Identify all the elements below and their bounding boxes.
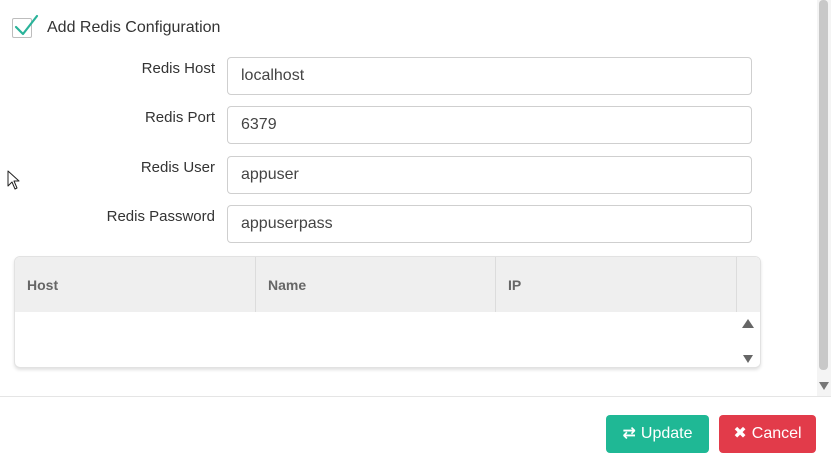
scroll-down-arrow-icon[interactable]	[743, 355, 753, 363]
redis-user-input[interactable]	[227, 156, 752, 194]
checkmark-icon	[14, 14, 39, 36]
page-scrollbar-thumb[interactable]	[819, 0, 828, 370]
redis-user-label: Redis User	[140, 159, 215, 176]
redis-port-input[interactable]	[227, 106, 752, 144]
update-button[interactable]: ⇄ Update	[606, 415, 709, 453]
close-icon: ✖	[733, 425, 747, 442]
redis-password-label: Redis Password	[106, 208, 215, 225]
table-scrollbar-track	[737, 257, 760, 312]
cancel-button-label: Cancel	[751, 425, 802, 442]
mouse-pointer-icon	[7, 170, 20, 190]
footer-divider	[0, 396, 831, 397]
redis-password-input[interactable]	[227, 205, 752, 243]
page-scrollbar[interactable]	[817, 0, 831, 396]
column-header-name[interactable]: Name	[256, 257, 496, 312]
exchange-icon: ⇄	[622, 425, 636, 442]
redis-port-label: Redis Port	[144, 109, 215, 126]
redis-host-label: Redis Host	[141, 60, 215, 77]
column-header-host[interactable]: Host	[15, 257, 256, 312]
page-scroll-down-arrow-icon[interactable]	[819, 382, 829, 390]
table-scrollbar[interactable]	[737, 257, 760, 367]
scroll-up-arrow-icon[interactable]	[742, 319, 754, 328]
update-button-label: Update	[640, 425, 693, 442]
add-redis-config-row[interactable]: Add Redis Configuration	[12, 14, 221, 41]
redis-host-input[interactable]	[227, 57, 752, 95]
add-redis-config-label: Add Redis Configuration	[47, 19, 221, 36]
redis-hosts-table: Host Name IP	[14, 256, 761, 368]
table-header: Host Name IP	[15, 257, 737, 312]
column-header-ip[interactable]: IP	[496, 257, 737, 312]
cancel-button[interactable]: ✖ Cancel	[719, 415, 816, 453]
add-redis-config-checkbox[interactable]	[12, 14, 39, 38]
